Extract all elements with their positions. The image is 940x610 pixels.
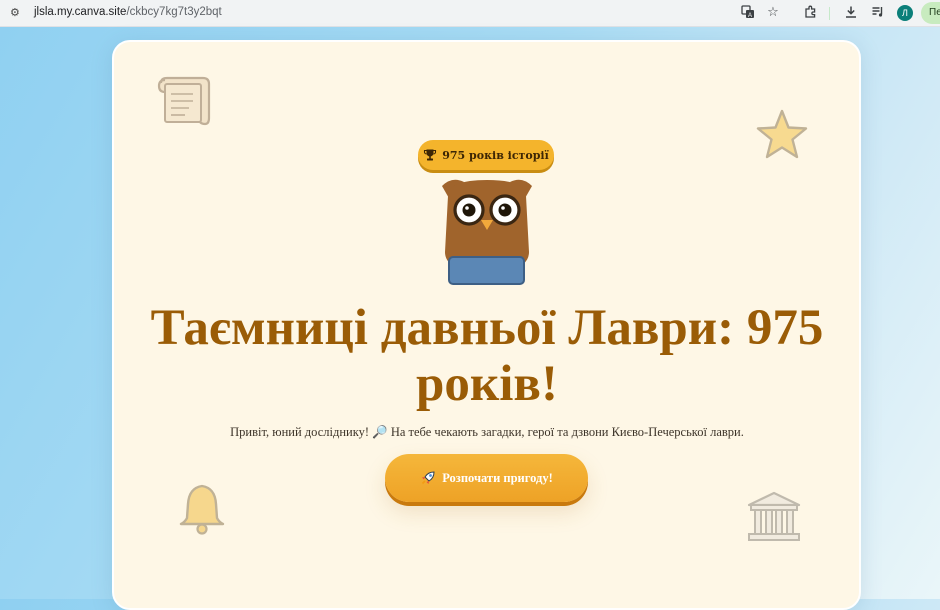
url-path: /ckbcy7kg7t3y2bqt [126, 6, 222, 18]
svg-text:A: A [748, 13, 752, 19]
page-subtitle: Привіт, юний досліднику! 🔎 На тебе чекаю… [230, 425, 744, 439]
translate-icon[interactable]: A [740, 5, 756, 21]
rocket-icon [422, 471, 435, 485]
download-icon[interactable] [843, 5, 859, 21]
address-bar[interactable]: jlsla.my.canva.site/ckbcy7kg7t3y2bqt [34, 6, 222, 18]
url-host: jlsla.my.canva.site [34, 6, 127, 18]
history-badge: 975 років історії [418, 140, 554, 170]
bell-icon [179, 484, 225, 535]
start-adventure-label: Розпочати пригоду! [442, 470, 553, 485]
extensions-icon[interactable] [803, 5, 819, 21]
badge-label: 975 років історії [442, 148, 549, 162]
toolbar-separator [829, 7, 830, 20]
owl-mascot [442, 179, 532, 285]
site-info-icon[interactable]: ⚙ [10, 5, 28, 21]
monument-icon [747, 491, 801, 541]
scroll-icon [157, 76, 211, 126]
profile-button[interactable]: Пе [921, 2, 940, 24]
media-controls-icon[interactable] [870, 5, 886, 21]
page-title: Таємниці давньої Лаври: 975 років! [150, 300, 824, 412]
star-icon [756, 109, 808, 159]
avatar[interactable]: Л [897, 5, 913, 21]
trophy-icon [424, 149, 437, 161]
browser-toolbar: ⚙ jlsla.my.canva.site/ckbcy7kg7t3y2bqt A… [0, 0, 940, 27]
start-adventure-button[interactable]: Розпочати пригоду! [385, 454, 588, 502]
bookmark-star-icon[interactable]: ☆ [765, 5, 781, 21]
